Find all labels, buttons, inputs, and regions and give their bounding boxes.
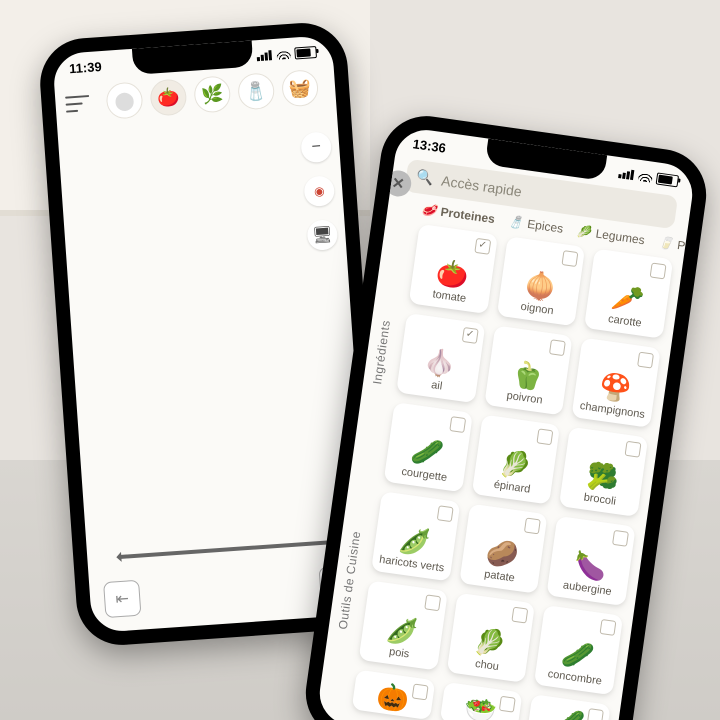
checkbox-icon[interactable] [625, 441, 642, 458]
checkbox-icon[interactable]: ✓ [461, 327, 478, 344]
checkbox-icon[interactable]: ✓ [474, 238, 491, 255]
ingredient-label: carotte [607, 313, 642, 330]
checkbox-icon[interactable] [524, 518, 541, 535]
ingredient-icon: 🥒 [560, 640, 596, 670]
category-blank[interactable]: ⬤ [105, 81, 143, 119]
ingredient-label: champignons [579, 400, 645, 421]
wifi-icon [638, 170, 653, 182]
ingredient-tile[interactable]: 🥦brocoli [559, 427, 648, 517]
ingredient-label: patate [484, 568, 516, 584]
category-row: ⬤ 🍅 🌿 🧂 🧺 [98, 69, 326, 121]
menu-button[interactable] [65, 95, 90, 113]
ingredient-label: concombre [547, 668, 603, 687]
pen-slider[interactable] [119, 540, 335, 559]
checkbox-icon[interactable] [424, 594, 441, 611]
record-button[interactable]: ◉ [303, 175, 335, 207]
checkbox-icon[interactable] [612, 530, 629, 547]
ingredient-label: pois [388, 646, 410, 661]
ingredient-tile[interactable]: 🥒concombre [534, 605, 623, 695]
ingredient-icon: 🥕 [610, 283, 646, 313]
category-tomato[interactable]: 🍅 [149, 78, 187, 116]
ingredient-icon: 🍆 [573, 551, 609, 581]
ingredient-icon: 🥬 [497, 449, 533, 479]
ingredient-tile[interactable]: 🍆aubergine [547, 516, 636, 606]
ingredient-label: brocoli [583, 491, 617, 507]
ingredient-tile[interactable]: 🥬épinard [471, 414, 560, 504]
ingredient-label: haricots verts [378, 554, 444, 575]
category-basket[interactable]: 🧺 [281, 69, 319, 107]
checkbox-icon[interactable] [411, 683, 428, 700]
clock: 13:36 [412, 136, 447, 155]
ingredient-icon: 🥒 [410, 437, 446, 467]
ingredient-icon: 🫛 [385, 615, 421, 645]
battery-icon [656, 172, 679, 187]
ingredient-icon: 🥦 [585, 462, 621, 492]
ingredient-tile[interactable]: 🍄champignons [572, 338, 661, 428]
checkbox-icon[interactable] [650, 263, 667, 280]
ingredient-icon: 🫑 [510, 360, 546, 390]
ingredient-tile[interactable]: ✓🍅tomate [409, 224, 498, 314]
ingredient-label: poivron [506, 390, 543, 407]
category-herbs[interactable]: 🌿 [193, 75, 231, 113]
device-button[interactable]: 🖥 [306, 219, 338, 251]
battery-icon [294, 46, 317, 60]
ingredient-tile[interactable]: 🥒 [527, 694, 610, 720]
ingredient-label: aubergine [562, 579, 612, 598]
ingredient-icon: 🥔 [485, 538, 521, 568]
category-salt[interactable]: 🧂 [237, 72, 275, 110]
ingredient-icon: 🫛 [397, 526, 433, 556]
clock: 11:39 [69, 59, 103, 76]
checkbox-icon[interactable] [499, 696, 516, 713]
minus-button[interactable]: − [300, 131, 332, 163]
tab-more[interactable]: 🥛P… [658, 235, 699, 254]
ingredient-icon: 🧅 [522, 271, 558, 301]
ingredient-label: oignon [520, 301, 554, 317]
ingredient-icon: 🥒 [551, 707, 587, 720]
ingredient-tile[interactable]: 🫑poivron [484, 325, 573, 415]
ingredient-tile[interactable]: 🥗 [439, 682, 522, 720]
back-button[interactable]: ⇤ [103, 580, 141, 618]
ingredient-label: épinard [493, 479, 531, 496]
ingredient-label: ail [430, 379, 443, 392]
wifi-icon [276, 48, 291, 59]
ingredient-tile[interactable]: 🧅oignon [496, 236, 585, 326]
ingredient-label: chou [474, 658, 499, 673]
signal-icon [618, 168, 635, 180]
ingredient-tile[interactable]: 🥒courgette [384, 402, 473, 492]
ingredient-icon: 🍅 [435, 259, 471, 289]
ingredient-tile[interactable]: 🥔patate [459, 504, 548, 594]
search-placeholder: Accès rapide [440, 172, 522, 199]
checkbox-icon[interactable] [436, 505, 453, 522]
checkbox-icon[interactable] [637, 352, 654, 369]
checkbox-icon[interactable] [537, 428, 554, 445]
checkbox-icon[interactable] [449, 416, 466, 433]
ingredient-tile[interactable]: 🥕carotte [584, 249, 673, 339]
checkbox-icon[interactable] [587, 708, 604, 720]
ingredient-icon: 🥬 [472, 628, 508, 658]
ingredient-icon: 🧄 [422, 348, 458, 378]
ingredient-tile[interactable]: ✓🧄ail [396, 313, 485, 403]
ingredient-icon: 🍄 [598, 373, 634, 403]
signal-icon [256, 50, 273, 61]
checkbox-icon[interactable] [562, 250, 579, 267]
checkbox-icon[interactable] [512, 607, 529, 624]
checkbox-icon[interactable] [599, 619, 616, 636]
ingredient-tile[interactable]: 🎃 [352, 669, 435, 720]
ingredient-tile[interactable]: 🫛pois [359, 580, 448, 670]
checkbox-icon[interactable] [549, 339, 566, 356]
search-icon: 🔍 [415, 168, 435, 187]
ingredient-icon: 🥗 [463, 695, 499, 720]
ingredient-tile[interactable]: 🫛haricots verts [371, 491, 460, 581]
ingredient-label: tomate [432, 288, 467, 305]
ingredient-tile[interactable]: 🥬chou [446, 593, 535, 683]
ingredient-icon: 🎃 [375, 683, 411, 713]
